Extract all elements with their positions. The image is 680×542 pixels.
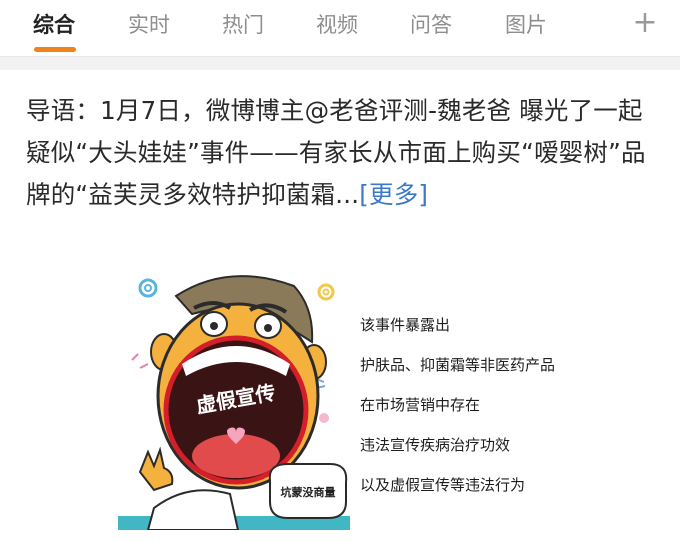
image-caption-line: 在市场营销中存在 bbox=[360, 396, 481, 414]
image-caption-line: 该事件暴露出 bbox=[360, 316, 451, 334]
search-tab-bar: 综合 实时 热门 视频 问答 图片 + bbox=[0, 0, 680, 56]
plus-icon[interactable]: + bbox=[630, 7, 660, 41]
image-caption-line: 违法宣传疾病治疗功效 bbox=[360, 436, 511, 454]
active-tab-indicator bbox=[34, 47, 76, 52]
image-caption-line: 以及虚假宣传等违法行为 bbox=[360, 476, 526, 494]
image-caption-line: 护肤品、抑菌霜等非医药产品 bbox=[360, 356, 556, 374]
post-text: 导语：1月7日，微博博主@老爸评测-魏老爸 曝光了一起疑似“大头娃娃”事件——有… bbox=[26, 90, 666, 216]
tab-qa[interactable]: 问答 bbox=[410, 8, 452, 42]
tab-hot[interactable]: 热门 bbox=[222, 8, 264, 42]
section-divider bbox=[0, 56, 680, 70]
tab-realtime[interactable]: 实时 bbox=[128, 8, 170, 42]
post-image[interactable]: 虚假宣传 坑蒙没商量 bbox=[118, 268, 350, 531]
post-intro: 导语：1月7日，微博博主@老爸评测-魏老爸 曝光了一起疑似“大头娃娃”事件——有… bbox=[26, 96, 646, 209]
cartoon-illustration: 虚假宣传 坑蒙没商量 bbox=[118, 275, 350, 531]
more-link[interactable]: [更多] bbox=[359, 180, 428, 209]
tab-video[interactable]: 视频 bbox=[316, 8, 358, 42]
bubble-text: 坑蒙没商量 bbox=[281, 485, 336, 499]
tab-comprehensive[interactable]: 综合 bbox=[33, 8, 75, 42]
tab-images[interactable]: 图片 bbox=[505, 8, 547, 42]
